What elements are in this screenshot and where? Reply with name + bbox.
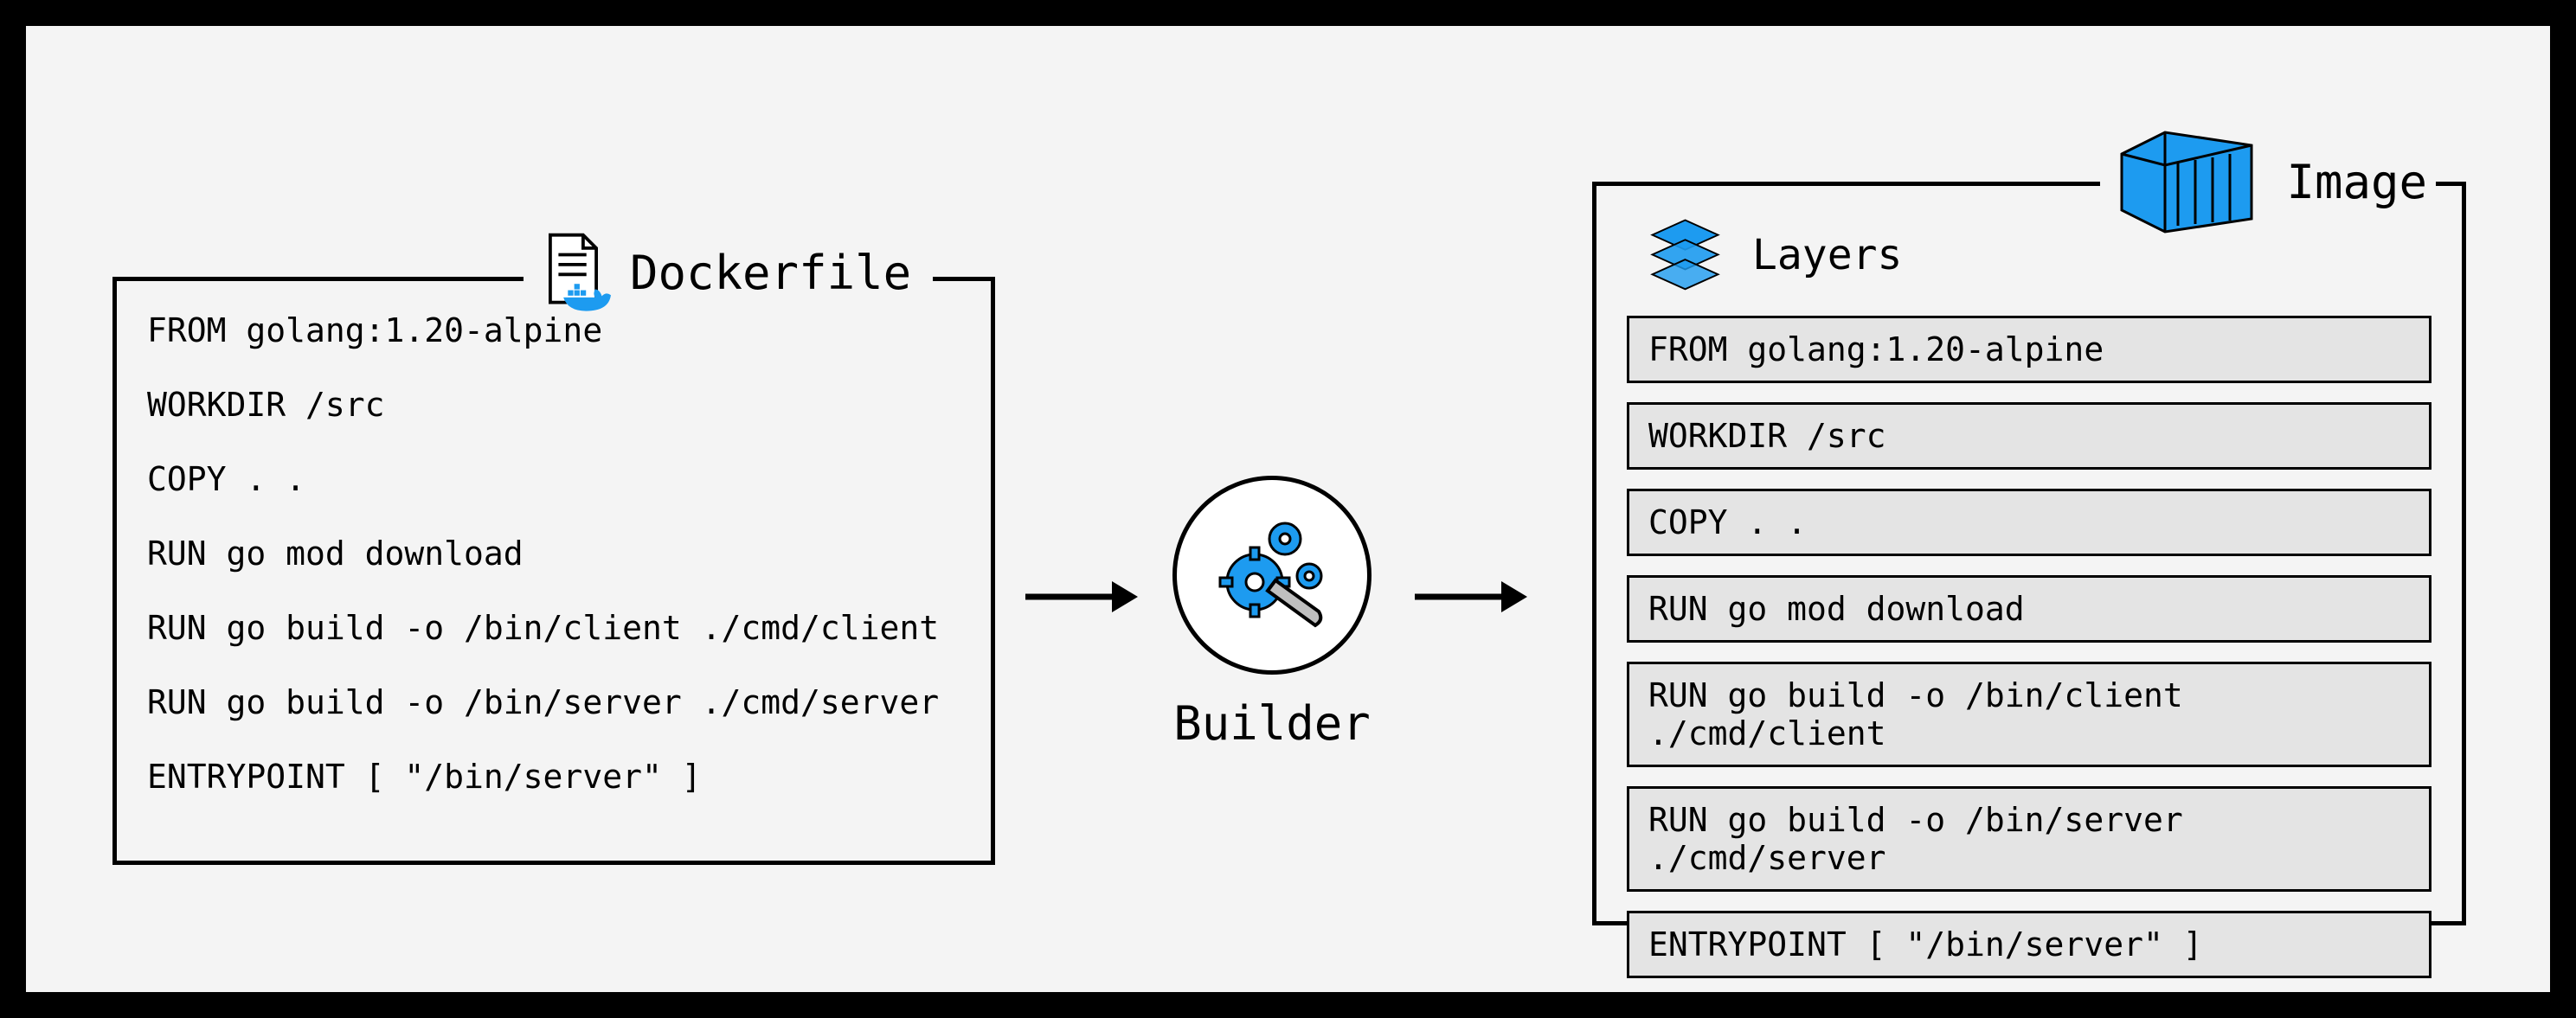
image-heading: Image [2100,121,2436,242]
dockerfile-lines: FROM golang:1.20-alpine WORKDIR /src COP… [147,311,965,796]
diagram-canvas: Dockerfile FROM golang:1.20-alpine WORKD… [26,26,2550,992]
dockerfile-icon [532,230,614,316]
layer-row: COPY . . [1627,489,2431,556]
layer-row: WORKDIR /src [1627,402,2431,470]
layers-label: Layers [1752,231,1902,279]
gears-icon [1207,509,1337,642]
layer-row: RUN go build -o /bin/server ./cmd/server [1627,786,2431,892]
dockerfile-line: ENTRYPOINT [ "/bin/server" ] [147,758,965,796]
builder-node: Builder [1142,476,1402,751]
image-title: Image [2286,155,2427,209]
dockerfile-line: WORKDIR /src [147,386,965,424]
dockerfile-line: FROM golang:1.20-alpine [147,311,965,349]
dockerfile-line: RUN go build -o /bin/client ./cmd/client [147,609,965,647]
dockerfile-line: RUN go mod download [147,535,965,573]
builder-circle [1172,476,1372,675]
layer-row: RUN go build -o /bin/client ./cmd/client [1627,662,2431,767]
arrow-right-icon [1021,571,1142,623]
dockerfile-line: RUN go build -o /bin/server ./cmd/server [147,683,965,721]
image-panel: Image Layers FROM golang:1.20-alpine WOR… [1592,182,2466,925]
dockerfile-title: Dockerfile [630,246,911,300]
layers-icon [1644,212,1726,298]
layers-header: Layers [1644,212,1902,298]
layer-row: FROM golang:1.20-alpine [1627,316,2431,383]
dockerfile-line: COPY . . [147,460,965,498]
dockerfile-panel: Dockerfile FROM golang:1.20-alpine WORKD… [112,277,995,865]
container-icon [2113,124,2260,240]
layer-row: ENTRYPOINT [ "/bin/server" ] [1627,911,2431,978]
layer-row: RUN go mod download [1627,575,2431,643]
builder-label: Builder [1142,696,1402,751]
dockerfile-heading: Dockerfile [524,229,933,316]
arrow-right-icon [1410,571,1532,623]
layer-list: FROM golang:1.20-alpine WORKDIR /src COP… [1627,316,2431,978]
